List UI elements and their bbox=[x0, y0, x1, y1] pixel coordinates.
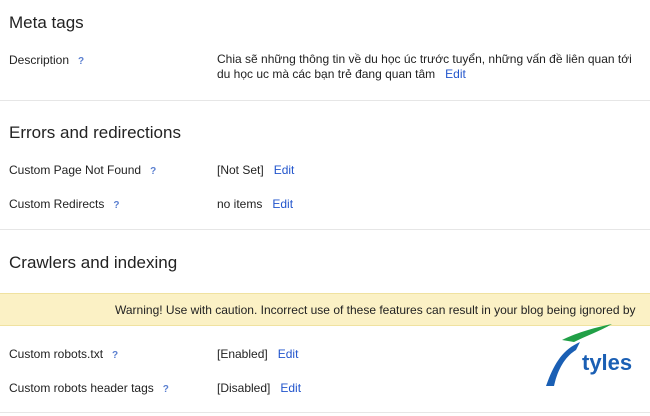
description-value: Chia sẽ những thông tin về du học úc trư… bbox=[217, 52, 647, 82]
description-label: Description? bbox=[9, 53, 84, 67]
custom-page-not-found-label: Custom Page Not Found? bbox=[9, 163, 156, 177]
robots-header-edit-link[interactable]: Edit bbox=[280, 381, 301, 395]
custom-robots-txt-value: [Enabled] Edit bbox=[217, 347, 298, 361]
not-found-label-text: Custom Page Not Found bbox=[9, 163, 142, 177]
logo-text: tyles bbox=[582, 350, 632, 375]
divider bbox=[0, 229, 650, 230]
robots-txt-edit-link[interactable]: Edit bbox=[278, 347, 299, 361]
custom-page-not-found-value: [Not Set] Edit bbox=[217, 163, 294, 177]
custom-redirects-label: Custom Redirects? bbox=[9, 197, 119, 211]
description-help-icon[interactable]: ? bbox=[78, 56, 84, 67]
not-found-help-icon[interactable]: ? bbox=[150, 166, 156, 177]
robots-txt-status: [Enabled] bbox=[217, 347, 268, 361]
robots-txt-help-icon[interactable]: ? bbox=[112, 350, 118, 361]
robots-txt-label-text: Custom robots.txt bbox=[9, 347, 104, 361]
custom-robots-header-value: [Disabled] Edit bbox=[217, 381, 301, 395]
redirects-label-text: Custom Redirects bbox=[9, 197, 105, 211]
redirects-help-icon[interactable]: ? bbox=[113, 200, 119, 211]
logo-swoosh-green bbox=[562, 324, 612, 342]
not-found-edit-link[interactable]: Edit bbox=[274, 163, 295, 177]
divider bbox=[0, 412, 650, 413]
description-edit-link[interactable]: Edit bbox=[445, 67, 466, 81]
custom-robots-header-label: Custom robots header tags? bbox=[9, 381, 169, 395]
divider bbox=[0, 100, 650, 101]
custom-redirects-value: no items Edit bbox=[217, 197, 293, 211]
robots-header-help-icon[interactable]: ? bbox=[163, 384, 169, 395]
description-text: Chia sẽ những thông tin về du học úc trư… bbox=[217, 52, 632, 81]
custom-robots-txt-label: Custom robots.txt? bbox=[9, 347, 118, 361]
errors-redirections-heading: Errors and redirections bbox=[9, 123, 181, 142]
description-label-text: Description bbox=[9, 53, 70, 67]
robots-header-status: [Disabled] bbox=[217, 381, 271, 395]
logo-swoosh-blue bbox=[546, 342, 580, 386]
crawlers-indexing-heading: Crawlers and indexing bbox=[9, 253, 178, 272]
redirects-edit-link[interactable]: Edit bbox=[272, 197, 293, 211]
tyles-logo: tyles bbox=[546, 324, 632, 386]
warning-text: Warning! Use with caution. Incorrect use… bbox=[115, 303, 636, 317]
not-found-status: [Not Set] bbox=[217, 163, 264, 177]
redirects-status: no items bbox=[217, 197, 263, 211]
robots-header-label-text: Custom robots header tags bbox=[9, 381, 154, 395]
meta-tags-heading: Meta tags bbox=[9, 13, 84, 32]
